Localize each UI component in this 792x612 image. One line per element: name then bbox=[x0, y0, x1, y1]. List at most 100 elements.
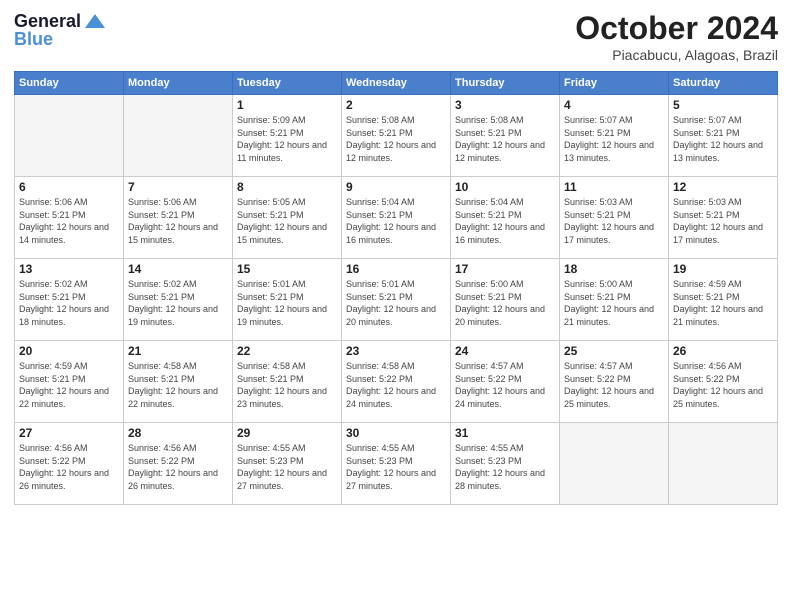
day-number: 2 bbox=[346, 98, 446, 112]
header: General Blue October 2024 Piacabucu, Ala… bbox=[14, 10, 778, 63]
month-title: October 2024 bbox=[575, 10, 778, 47]
day-number: 20 bbox=[19, 344, 119, 358]
day-info: Sunrise: 4:56 AM Sunset: 5:22 PM Dayligh… bbox=[19, 442, 119, 492]
day-info: Sunrise: 4:56 AM Sunset: 5:22 PM Dayligh… bbox=[128, 442, 228, 492]
calendar-cell: 16Sunrise: 5:01 AM Sunset: 5:21 PM Dayli… bbox=[342, 259, 451, 341]
day-info: Sunrise: 5:06 AM Sunset: 5:21 PM Dayligh… bbox=[128, 196, 228, 246]
day-number: 28 bbox=[128, 426, 228, 440]
day-number: 7 bbox=[128, 180, 228, 194]
weekday-header: Friday bbox=[560, 72, 669, 95]
calendar-cell: 17Sunrise: 5:00 AM Sunset: 5:21 PM Dayli… bbox=[451, 259, 560, 341]
calendar-cell: 15 Sunrise: 5:01 AM Sunset: 5:21 PM Dayli… bbox=[233, 259, 342, 341]
calendar-cell: 23Sunrise: 4:58 AM Sunset: 5:22 PM Dayli… bbox=[342, 341, 451, 423]
calendar-cell: 12 Sunrise: 5:03 AM Sunset: 5:21 PM Dayli… bbox=[669, 177, 778, 259]
day-info: Sunrise: 5:05 AM Sunset: 5:21 PM Dayligh… bbox=[237, 196, 337, 246]
calendar-cell: 19Sunrise: 4:59 AM Sunset: 5:21 PM Dayli… bbox=[669, 259, 778, 341]
calendar-cell: 27 Sunrise: 4:56 AM Sunset: 5:22 PM Dayli… bbox=[15, 423, 124, 505]
title-block: October 2024 Piacabucu, Alagoas, Brazil bbox=[575, 10, 778, 63]
calendar-cell: 24Sunrise: 4:57 AM Sunset: 5:22 PM Dayli… bbox=[451, 341, 560, 423]
day-number: 9 bbox=[346, 180, 446, 194]
day-info: Sunrise: 4:57 AM Sunset: 5:22 PM Dayligh… bbox=[564, 360, 664, 410]
day-number: 30 bbox=[346, 426, 446, 440]
day-info: Sunrise: 4:58 AM Sunset: 5:21 PM Dayligh… bbox=[128, 360, 228, 410]
calendar-cell: 28 Sunrise: 4:56 AM Sunset: 5:22 PM Dayli… bbox=[124, 423, 233, 505]
day-number: 14 bbox=[128, 262, 228, 276]
day-info: Sunrise: 5:03 AM Sunset: 5:21 PM Dayligh… bbox=[673, 196, 773, 246]
day-number: 10 bbox=[455, 180, 555, 194]
day-number: 12 bbox=[673, 180, 773, 194]
day-number: 26 bbox=[673, 344, 773, 358]
day-info: Sunrise: 5:03 AM Sunset: 5:21 PM Dayligh… bbox=[564, 196, 664, 246]
calendar-cell: 21 Sunrise: 4:58 AM Sunset: 5:21 PM Dayli… bbox=[124, 341, 233, 423]
calendar-cell: 30 Sunrise: 4:55 AM Sunset: 5:23 PM Dayli… bbox=[342, 423, 451, 505]
logo-icon bbox=[83, 10, 107, 34]
calendar-cell bbox=[15, 95, 124, 177]
day-info: Sunrise: 5:01 AM Sunset: 5:21 PM Dayligh… bbox=[237, 278, 337, 328]
day-info: Sunrise: 5:02 AM Sunset: 5:21 PM Dayligh… bbox=[19, 278, 119, 328]
day-number: 8 bbox=[237, 180, 337, 194]
calendar-cell: 14 Sunrise: 5:02 AM Sunset: 5:21 PM Dayli… bbox=[124, 259, 233, 341]
weekday-header: Sunday bbox=[15, 72, 124, 95]
calendar-cell bbox=[669, 423, 778, 505]
day-number: 18 bbox=[564, 262, 664, 276]
calendar-cell: 7 Sunrise: 5:06 AM Sunset: 5:21 PM Daylig… bbox=[124, 177, 233, 259]
calendar-cell: 25 Sunrise: 4:57 AM Sunset: 5:22 PM Dayli… bbox=[560, 341, 669, 423]
calendar-week-row: 6 Sunrise: 5:06 AM Sunset: 5:21 PM Daylig… bbox=[15, 177, 778, 259]
calendar-cell: 11Sunrise: 5:03 AM Sunset: 5:21 PM Dayli… bbox=[560, 177, 669, 259]
day-number: 25 bbox=[564, 344, 664, 358]
day-info: Sunrise: 4:56 AM Sunset: 5:22 PM Dayligh… bbox=[673, 360, 773, 410]
day-number: 17 bbox=[455, 262, 555, 276]
day-info: Sunrise: 5:07 AM Sunset: 5:21 PM Dayligh… bbox=[673, 114, 773, 164]
calendar-cell: 5 Sunrise: 5:07 AM Sunset: 5:21 PM Daylig… bbox=[669, 95, 778, 177]
weekday-header: Saturday bbox=[669, 72, 778, 95]
logo: General Blue bbox=[14, 10, 107, 50]
calendar-cell: 2 Sunrise: 5:08 AM Sunset: 5:21 PM Daylig… bbox=[342, 95, 451, 177]
calendar-header-row: SundayMondayTuesdayWednesdayThursdayFrid… bbox=[15, 72, 778, 95]
day-number: 3 bbox=[455, 98, 555, 112]
day-info: Sunrise: 5:01 AM Sunset: 5:21 PM Dayligh… bbox=[346, 278, 446, 328]
day-number: 24 bbox=[455, 344, 555, 358]
day-info: Sunrise: 4:58 AM Sunset: 5:21 PM Dayligh… bbox=[237, 360, 337, 410]
calendar-cell: 4 Sunrise: 5:07 AM Sunset: 5:21 PM Daylig… bbox=[560, 95, 669, 177]
day-info: Sunrise: 4:55 AM Sunset: 5:23 PM Dayligh… bbox=[455, 442, 555, 492]
calendar-week-row: 27 Sunrise: 4:56 AM Sunset: 5:22 PM Dayli… bbox=[15, 423, 778, 505]
calendar-cell: 29 Sunrise: 4:55 AM Sunset: 5:23 PM Dayli… bbox=[233, 423, 342, 505]
calendar-cell bbox=[124, 95, 233, 177]
day-info: Sunrise: 5:08 AM Sunset: 5:21 PM Dayligh… bbox=[455, 114, 555, 164]
day-info: Sunrise: 4:55 AM Sunset: 5:23 PM Dayligh… bbox=[237, 442, 337, 492]
weekday-header: Monday bbox=[124, 72, 233, 95]
day-number: 22 bbox=[237, 344, 337, 358]
day-number: 21 bbox=[128, 344, 228, 358]
day-info: Sunrise: 5:04 AM Sunset: 5:21 PM Dayligh… bbox=[346, 196, 446, 246]
day-number: 27 bbox=[19, 426, 119, 440]
day-info: Sunrise: 5:09 AM Sunset: 5:21 PM Dayligh… bbox=[237, 114, 337, 164]
calendar-cell: 26 Sunrise: 4:56 AM Sunset: 5:22 PM Dayli… bbox=[669, 341, 778, 423]
day-number: 5 bbox=[673, 98, 773, 112]
calendar-week-row: 13Sunrise: 5:02 AM Sunset: 5:21 PM Dayli… bbox=[15, 259, 778, 341]
day-info: Sunrise: 5:08 AM Sunset: 5:21 PM Dayligh… bbox=[346, 114, 446, 164]
weekday-header: Thursday bbox=[451, 72, 560, 95]
calendar-cell: 18Sunrise: 5:00 AM Sunset: 5:21 PM Dayli… bbox=[560, 259, 669, 341]
day-number: 29 bbox=[237, 426, 337, 440]
calendar-cell bbox=[560, 423, 669, 505]
day-number: 31 bbox=[455, 426, 555, 440]
day-number: 1 bbox=[237, 98, 337, 112]
day-info: Sunrise: 5:02 AM Sunset: 5:21 PM Dayligh… bbox=[128, 278, 228, 328]
calendar-cell: 8 Sunrise: 5:05 AM Sunset: 5:21 PM Daylig… bbox=[233, 177, 342, 259]
calendar-cell: 13Sunrise: 5:02 AM Sunset: 5:21 PM Dayli… bbox=[15, 259, 124, 341]
day-number: 15 bbox=[237, 262, 337, 276]
day-info: Sunrise: 4:55 AM Sunset: 5:23 PM Dayligh… bbox=[346, 442, 446, 492]
day-info: Sunrise: 5:07 AM Sunset: 5:21 PM Dayligh… bbox=[564, 114, 664, 164]
weekday-header: Wednesday bbox=[342, 72, 451, 95]
calendar-week-row: 1 Sunrise: 5:09 AM Sunset: 5:21 PM Daylig… bbox=[15, 95, 778, 177]
day-info: Sunrise: 4:58 AM Sunset: 5:22 PM Dayligh… bbox=[346, 360, 446, 410]
day-number: 6 bbox=[19, 180, 119, 194]
calendar-cell: 1 Sunrise: 5:09 AM Sunset: 5:21 PM Daylig… bbox=[233, 95, 342, 177]
day-number: 4 bbox=[564, 98, 664, 112]
calendar-cell: 3 Sunrise: 5:08 AM Sunset: 5:21 PM Daylig… bbox=[451, 95, 560, 177]
weekday-header: Tuesday bbox=[233, 72, 342, 95]
day-info: Sunrise: 4:59 AM Sunset: 5:21 PM Dayligh… bbox=[19, 360, 119, 410]
day-info: Sunrise: 5:04 AM Sunset: 5:21 PM Dayligh… bbox=[455, 196, 555, 246]
page: General Blue October 2024 Piacabucu, Ala… bbox=[0, 0, 792, 612]
calendar-cell: 9 Sunrise: 5:04 AM Sunset: 5:21 PM Daylig… bbox=[342, 177, 451, 259]
